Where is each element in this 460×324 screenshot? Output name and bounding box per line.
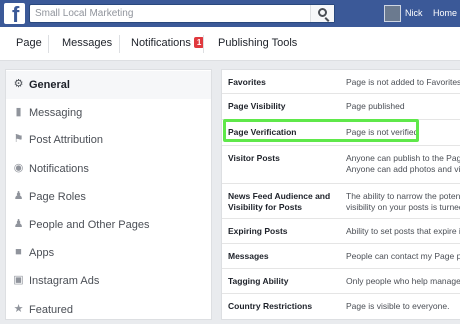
settings-row-value: Page is visible to everyone. <box>346 301 450 311</box>
settings-row-title: Visitor Posts <box>228 153 280 163</box>
sidebar-item-label: Apps <box>29 247 55 259</box>
settings-sidebar: ⚙ General ▮ Messaging ⚑ Post Attribution… <box>5 69 212 320</box>
settings-row-value: People can contact my Page priv <box>346 251 460 261</box>
sidebar-item-label: Notifications <box>29 163 89 175</box>
settings-row-value: Page published <box>346 101 405 111</box>
settings-row-messages[interactable]: Messages People can contact my Page priv <box>222 244 460 269</box>
tab-messages[interactable]: Messages <box>62 37 112 49</box>
tab-publishing-tools[interactable]: Publishing Tools <box>218 37 297 49</box>
home-link[interactable]: Home <box>433 8 457 18</box>
sidebar-item-notifications[interactable]: ◉ Notifications <box>6 155 211 183</box>
search-button[interactable] <box>310 5 334 22</box>
settings-row-country-restrictions[interactable]: Country Restrictions Page is visible to … <box>222 294 460 321</box>
people-icon: ♟ <box>13 218 24 230</box>
sidebar-item-label: Featured <box>29 304 74 316</box>
avatar[interactable] <box>384 5 401 22</box>
sidebar-item-people-and-other-pages[interactable]: ♟ People and Other Pages <box>6 211 211 239</box>
settings-row-value: Anyone can publish to the Page <box>346 153 460 163</box>
flag-icon: ⚑ <box>13 133 24 145</box>
cube-icon: ■ <box>15 246 22 258</box>
sidebar-item-label: Instagram Ads <box>29 275 100 287</box>
person-icon: ♟ <box>13 190 24 202</box>
tab-notifications[interactable]: Notifications 1 <box>131 37 205 49</box>
sidebar-item-instagram-ads[interactable]: ▣ Instagram Ads <box>6 267 211 295</box>
sidebar-item-label: General <box>29 79 70 91</box>
settings-row-visitor-posts[interactable]: Visitor Posts Anyone can publish to the … <box>222 146 460 184</box>
settings-row-title: Expiring Posts <box>228 226 288 236</box>
search-icon <box>318 8 327 17</box>
page-nav: Page Messages Notifications 1 Publishing … <box>0 27 460 61</box>
nav-divider <box>203 35 204 53</box>
verification-highlight-box <box>223 119 419 142</box>
tab-notifications-label: Notifications <box>131 37 191 49</box>
settings-row-value: Page is not added to Favorites <box>346 77 460 87</box>
sidebar-item-messaging[interactable]: ▮ Messaging <box>6 99 211 127</box>
chat-bubbles-icon: ▮ <box>15 106 22 118</box>
settings-row-value-line2: Anyone can add photos and video <box>346 164 460 174</box>
sidebar-item-label: Page Roles <box>29 191 86 203</box>
settings-row-value: Only people who help manage my <box>346 276 460 286</box>
sidebar-item-post-attribution[interactable]: ⚑ Post Attribution <box>6 126 211 154</box>
settings-row-page-visibility[interactable]: Page Visibility Page published <box>222 94 460 120</box>
nav-divider <box>48 35 49 53</box>
settings-row-value: The ability to narrow the potential <box>346 191 460 201</box>
sidebar-item-apps[interactable]: ■ Apps <box>6 239 211 267</box>
sidebar-item-general[interactable]: ⚙ General <box>6 71 211 99</box>
settings-list: Favorites Page is not added to Favorites… <box>221 69 460 320</box>
settings-row-title: Favorites <box>228 77 266 87</box>
settings-row-title: Messages <box>228 251 269 261</box>
search-input[interactable]: Small Local Marketing <box>29 4 335 23</box>
settings-row-title: Tagging Ability <box>228 276 289 286</box>
sidebar-item-label: Messaging <box>29 107 83 119</box>
tab-page[interactable]: Page <box>16 37 42 49</box>
settings-row-title: Page Visibility <box>228 101 286 111</box>
facebook-logo-icon[interactable]: f <box>4 2 25 27</box>
sidebar-item-page-roles[interactable]: ♟ Page Roles <box>6 183 211 211</box>
settings-row-title: News Feed Audience and Visibility for Po… <box>228 191 331 212</box>
top-bar: f Small Local Marketing Nick Home <box>0 0 460 27</box>
settings-row-news-feed-audience[interactable]: News Feed Audience and Visibility for Po… <box>222 184 460 219</box>
star-icon: ★ <box>13 303 24 315</box>
settings-row-favorites[interactable]: Favorites Page is not added to Favorites <box>222 70 460 94</box>
sidebar-item-label: Post Attribution <box>29 134 103 146</box>
sidebar-item-label: People and Other Pages <box>29 219 150 231</box>
gear-icon: ⚙ <box>13 78 24 90</box>
settings-row-tagging-ability[interactable]: Tagging Ability Only people who help man… <box>222 269 460 294</box>
globe-icon: ◉ <box>13 162 24 174</box>
instagram-icon: ▣ <box>13 274 24 286</box>
settings-row-expiring-posts[interactable]: Expiring Posts Ability to set posts that… <box>222 219 460 244</box>
settings-row-value: Ability to set posts that expire is <box>346 226 460 236</box>
search-text: Small Local Marketing <box>35 8 134 19</box>
settings-row-value-line2: visibility on your posts is turned <box>346 202 460 212</box>
settings-row-title: Country Restrictions <box>228 301 313 311</box>
profile-link[interactable]: Nick <box>405 8 423 18</box>
nav-divider <box>119 35 120 53</box>
